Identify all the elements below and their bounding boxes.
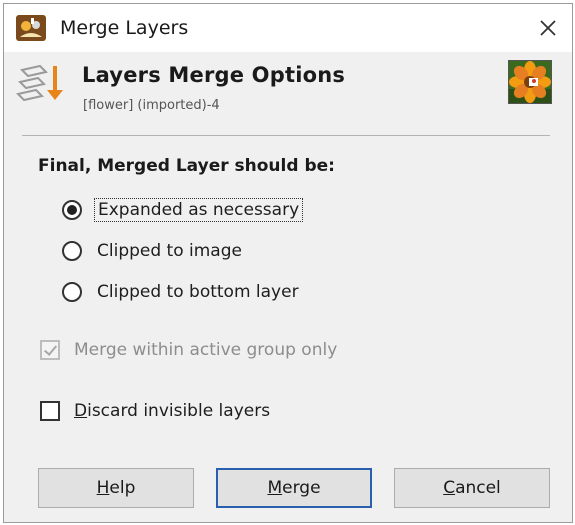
- button-label: ancel: [455, 478, 501, 498]
- help-button[interactable]: Help: [38, 468, 194, 508]
- cancel-button[interactable]: Cancel: [394, 468, 550, 508]
- checkbox-unchecked[interactable]: [40, 401, 60, 421]
- button-label: elp: [109, 478, 136, 498]
- radio-label: Expanded as necessary: [94, 198, 304, 222]
- radio-label: Clipped to image: [97, 241, 242, 261]
- dialog-header: Layers Merge Options [flower] (imported)…: [4, 52, 572, 128]
- radio-clipped-to-image[interactable]: Clipped to image: [62, 236, 245, 266]
- window-title: Merge Layers: [60, 17, 189, 39]
- label-text: iscard invisible layers: [87, 401, 271, 421]
- radio-expanded-as-necessary[interactable]: Expanded as necessary: [62, 195, 304, 225]
- section-label-final-layer: Final, Merged Layer should be:: [38, 156, 335, 176]
- checkbox-label: Merge within active group only: [74, 340, 338, 360]
- image-preview-thumbnail: [508, 60, 552, 104]
- radio-label: Clipped to bottom layer: [97, 282, 299, 302]
- mnemonic-letter: D: [74, 401, 88, 421]
- radio-button[interactable]: [62, 282, 82, 302]
- close-icon[interactable]: [536, 16, 560, 40]
- mnemonic-letter: H: [96, 478, 110, 498]
- mnemonic-letter: C: [443, 478, 456, 498]
- radio-button-checked[interactable]: [62, 200, 82, 220]
- checkbox-checked-disabled[interactable]: [40, 340, 60, 360]
- merge-down-icon: [16, 64, 63, 102]
- checkbox-discard-invisible-layers[interactable]: Discard invisible layers: [40, 396, 270, 426]
- header-title: Layers Merge Options: [82, 63, 346, 87]
- checkbox-label: Discard invisible layers: [74, 401, 270, 421]
- button-label: erge: [282, 478, 321, 498]
- gimp-app-icon: [16, 15, 46, 41]
- checkbox-merge-active-group[interactable]: Merge within active group only: [40, 335, 337, 365]
- image-name-subtitle: [flower] (imported)-4: [83, 98, 220, 113]
- radio-button[interactable]: [62, 241, 82, 261]
- merge-button[interactable]: Merge: [216, 468, 372, 508]
- title-bar[interactable]: Merge Layers: [4, 4, 572, 52]
- mnemonic-letter: M: [267, 478, 283, 498]
- header-divider: [22, 135, 550, 136]
- radio-clipped-to-bottom-layer[interactable]: Clipped to bottom layer: [62, 277, 302, 307]
- flower-image-icon: [509, 61, 551, 103]
- merge-layers-dialog: Merge Layers Layers Merge Options [flowe…: [3, 3, 573, 523]
